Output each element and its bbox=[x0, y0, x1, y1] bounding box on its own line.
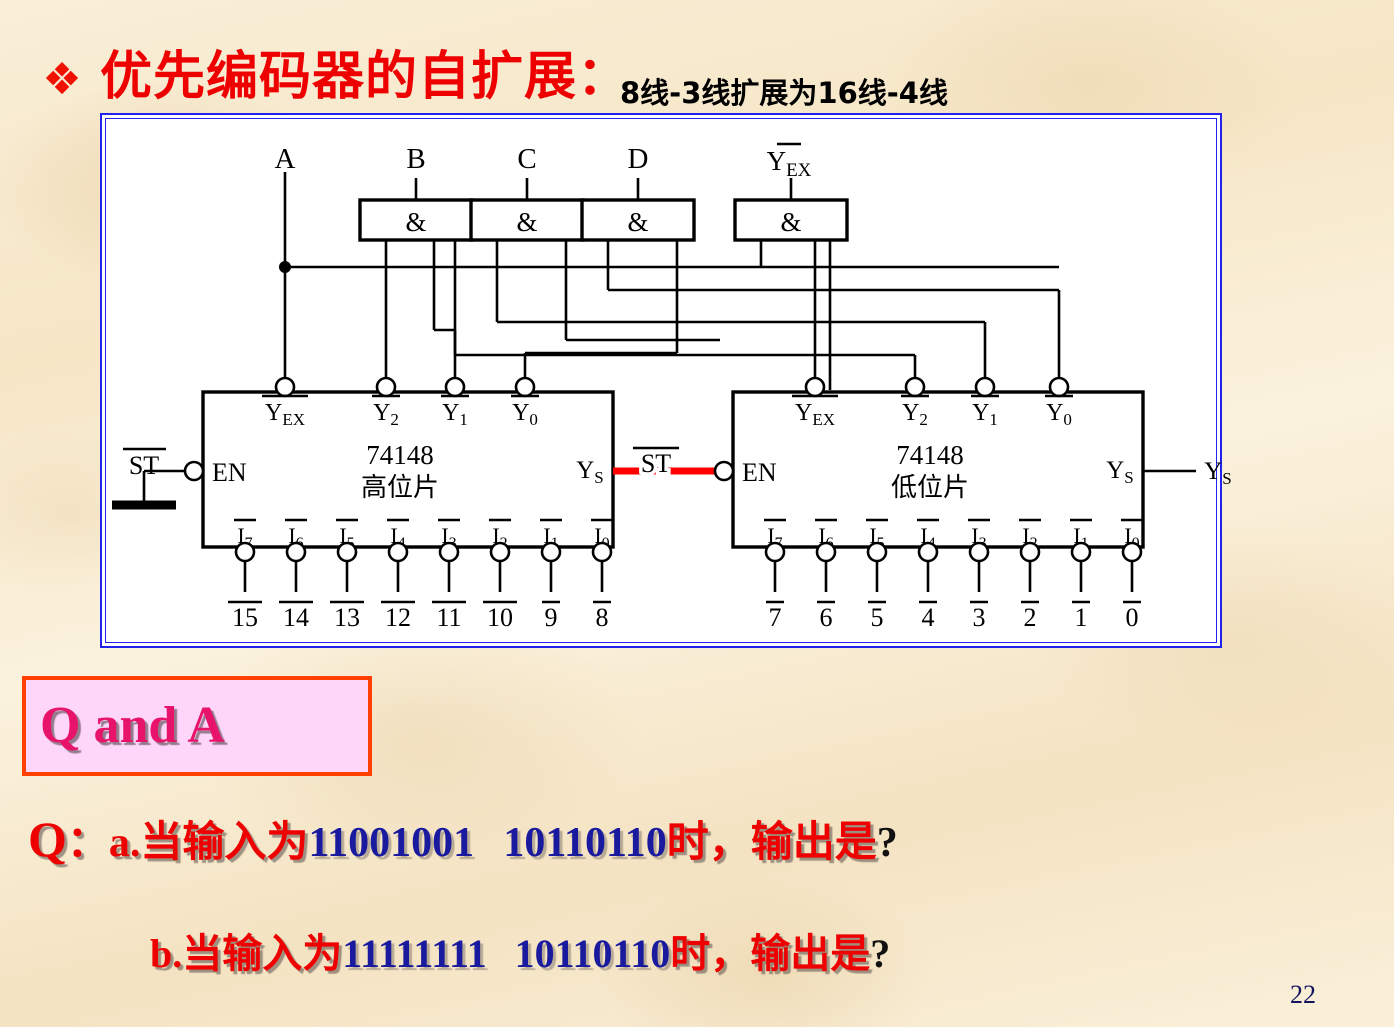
svg-text:8: 8 bbox=[596, 603, 609, 632]
q-b-marker: b. bbox=[150, 931, 183, 976]
qa-box-title: Q and A bbox=[40, 697, 225, 754]
q-a-mark: ? bbox=[876, 820, 898, 866]
svg-text:YEX: YEX bbox=[767, 146, 812, 181]
q-colon: ： bbox=[66, 817, 109, 866]
chip-low: YEX Y2 Y1 Y0 EN 74148 低位片 YS I7 I6 I5 I4 bbox=[713, 376, 1145, 632]
q-b-mark: ? bbox=[870, 931, 891, 976]
chip-high-enable-label: EN bbox=[212, 458, 247, 487]
svg-text:13: 13 bbox=[334, 603, 360, 632]
q-a-value-low: 10110110 bbox=[503, 820, 667, 866]
q-a-marker: a. bbox=[108, 820, 141, 866]
question-line-b: b.当输入为11111111 10110110时，输出是? bbox=[150, 928, 890, 980]
q-prefix: Q bbox=[28, 811, 67, 867]
svg-text:14: 14 bbox=[283, 603, 309, 632]
svg-text:10: 10 bbox=[487, 603, 513, 632]
q-a-tail: 时，输出是 bbox=[666, 817, 877, 866]
svg-text:7: 7 bbox=[769, 603, 782, 632]
diagram-label-D: D bbox=[628, 143, 649, 175]
svg-text:2: 2 bbox=[1024, 603, 1037, 632]
svg-text:9: 9 bbox=[545, 603, 558, 632]
svg-text:0: 0 bbox=[1126, 603, 1139, 632]
q-b-value-high: 11111111 bbox=[342, 931, 487, 976]
and-gate-symbol: & bbox=[780, 207, 801, 237]
chip-low-part: 74148 bbox=[896, 440, 964, 470]
svg-text:5: 5 bbox=[871, 603, 884, 632]
st-ground-left: ST bbox=[112, 447, 185, 510]
chip-high: YEX Y2 Y1 Y0 EN 74148 高位片 YS I7 I6 I5 bbox=[183, 376, 615, 632]
page-number: 22 bbox=[1290, 980, 1316, 1009]
ys-output-label: YS bbox=[1204, 458, 1232, 488]
diagram-label-B: B bbox=[406, 143, 425, 175]
chip-low-role: 低位片 bbox=[891, 473, 969, 502]
and-gate-symbol: & bbox=[627, 207, 648, 237]
qa-box: Q and A bbox=[22, 676, 372, 776]
svg-text:12: 12 bbox=[385, 603, 411, 632]
q-a-lead: 当输入为 bbox=[140, 817, 309, 866]
chip-high-role: 高位片 bbox=[361, 473, 439, 502]
svg-text:4: 4 bbox=[922, 603, 935, 632]
q-a-value-high: 11001001 bbox=[308, 820, 475, 866]
q-b-lead: 当输入为 bbox=[182, 931, 343, 977]
circuit-diagram: .w { stroke:#000; stroke-width:2.6; fill… bbox=[112, 142, 1232, 632]
diagram-label-A: A bbox=[275, 143, 296, 175]
question-line-a: Q：a.当输入为11001001 10110110时，输出是? bbox=[28, 812, 898, 870]
svg-text:ST: ST bbox=[641, 449, 671, 478]
chip-low-enable-label: EN bbox=[742, 458, 777, 487]
q-b-value-low: 10110110 bbox=[514, 931, 671, 976]
svg-text:6: 6 bbox=[820, 603, 833, 632]
svg-text:11: 11 bbox=[436, 603, 461, 632]
diagram-label-Yex-top: YEX bbox=[767, 142, 812, 181]
and-gate-symbol: & bbox=[516, 207, 537, 237]
svg-text:3: 3 bbox=[973, 603, 986, 632]
q-b-tail: 时，输出是 bbox=[670, 931, 871, 977]
svg-text:15: 15 bbox=[232, 603, 258, 632]
svg-text:1: 1 bbox=[1075, 603, 1088, 632]
chip-high-part: 74148 bbox=[366, 440, 434, 470]
diagram-label-C: C bbox=[517, 143, 536, 175]
and-gate-symbol: & bbox=[405, 207, 426, 237]
